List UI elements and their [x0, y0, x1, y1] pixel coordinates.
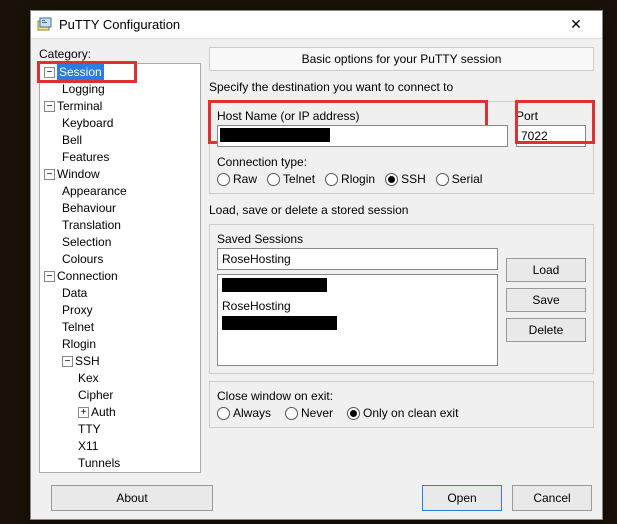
delete-button[interactable]: Delete: [506, 318, 586, 342]
cancel-button[interactable]: Cancel: [512, 485, 592, 511]
category-tree[interactable]: −Session Logging −Terminal Keyboard Bell…: [39, 63, 201, 473]
load-button[interactable]: Load: [506, 258, 586, 282]
radio-raw[interactable]: Raw: [217, 172, 257, 186]
tree-telnet[interactable]: Telnet: [58, 319, 200, 336]
collapse-icon[interactable]: −: [44, 169, 55, 180]
config-window: PuTTY Configuration ✕ Category: −Session…: [30, 10, 603, 520]
port-input[interactable]: [516, 125, 586, 147]
tree-rlogin[interactable]: Rlogin: [58, 336, 200, 353]
tree-cipher[interactable]: Cipher: [74, 387, 200, 404]
footer: About Open Cancel: [31, 479, 602, 517]
collapse-icon[interactable]: −: [62, 356, 73, 367]
collapse-icon[interactable]: −: [44, 67, 55, 78]
stored-sessions-label: Load, save or delete a stored session: [209, 203, 594, 217]
save-button[interactable]: Save: [506, 288, 586, 312]
about-button[interactable]: About: [51, 485, 213, 511]
tree-behaviour[interactable]: Behaviour: [58, 200, 200, 217]
tree-data[interactable]: Data: [58, 285, 200, 302]
category-label: Category:: [39, 47, 201, 61]
tree-kex[interactable]: Kex: [74, 370, 200, 387]
redacted-session: [222, 316, 337, 330]
close-on-exit-group: Close window on exit: Always Never Only …: [209, 381, 594, 428]
radio-telnet[interactable]: Telnet: [267, 172, 315, 186]
tree-features[interactable]: Features: [58, 149, 200, 166]
tree-auth[interactable]: Auth: [91, 405, 116, 419]
tree-colours[interactable]: Colours: [58, 251, 200, 268]
connection-type-radios: Raw Telnet Rlogin SSH Serial: [217, 172, 586, 186]
tree-logging[interactable]: Logging: [58, 81, 200, 98]
sessions-group: Saved Sessions RoseHosting Load Save Del…: [209, 224, 594, 374]
window-title: PuTTY Configuration: [59, 17, 556, 32]
titlebar[interactable]: PuTTY Configuration ✕: [31, 11, 602, 39]
destination-label: Specify the destination you want to conn…: [209, 80, 594, 94]
putty-icon: [37, 17, 53, 33]
tree-tunnels[interactable]: Tunnels: [74, 455, 200, 472]
tree-selection[interactable]: Selection: [58, 234, 200, 251]
close-on-exit-label: Close window on exit:: [217, 389, 586, 403]
saved-session-input[interactable]: [217, 248, 498, 270]
tree-terminal[interactable]: Terminal: [57, 99, 102, 113]
tree-bugs[interactable]: Bugs: [74, 472, 200, 473]
tree-appearance[interactable]: Appearance: [58, 183, 200, 200]
collapse-icon[interactable]: −: [44, 271, 55, 282]
radio-always[interactable]: Always: [217, 406, 271, 420]
radio-clean-exit[interactable]: Only on clean exit: [347, 406, 458, 420]
radio-serial[interactable]: Serial: [436, 172, 483, 186]
radio-ssh[interactable]: SSH: [385, 172, 426, 186]
connection-type-label: Connection type:: [217, 155, 586, 169]
list-item[interactable]: RoseHosting: [220, 297, 495, 315]
sessions-listbox[interactable]: RoseHosting: [217, 274, 498, 366]
host-label: Host Name (or IP address): [217, 109, 508, 123]
collapse-icon[interactable]: −: [44, 101, 55, 112]
radio-never[interactable]: Never: [285, 406, 333, 420]
tree-keyboard[interactable]: Keyboard: [58, 115, 200, 132]
list-item[interactable]: [220, 315, 495, 335]
destination-group: Host Name (or IP address) Port Connectio…: [209, 101, 594, 194]
radio-rlogin[interactable]: Rlogin: [325, 172, 375, 186]
tree-ssh[interactable]: SSH: [75, 354, 100, 368]
close-button[interactable]: ✕: [556, 16, 596, 33]
tree-proxy[interactable]: Proxy: [58, 302, 200, 319]
tree-x11[interactable]: X11: [74, 438, 200, 455]
redacted-host: [220, 128, 330, 142]
tree-translation[interactable]: Translation: [58, 217, 200, 234]
open-button[interactable]: Open: [422, 485, 502, 511]
list-item[interactable]: [220, 277, 495, 297]
tree-connection[interactable]: Connection: [57, 269, 118, 283]
expand-icon[interactable]: +: [78, 407, 89, 418]
saved-sessions-label: Saved Sessions: [217, 232, 498, 246]
redacted-session: [222, 278, 327, 292]
port-label: Port: [516, 109, 586, 123]
tree-bell[interactable]: Bell: [58, 132, 200, 149]
panel-title: Basic options for your PuTTY session: [209, 47, 594, 71]
tree-window[interactable]: Window: [57, 167, 100, 181]
tree-tty[interactable]: TTY: [74, 421, 200, 438]
tree-session[interactable]: Session: [57, 64, 104, 81]
